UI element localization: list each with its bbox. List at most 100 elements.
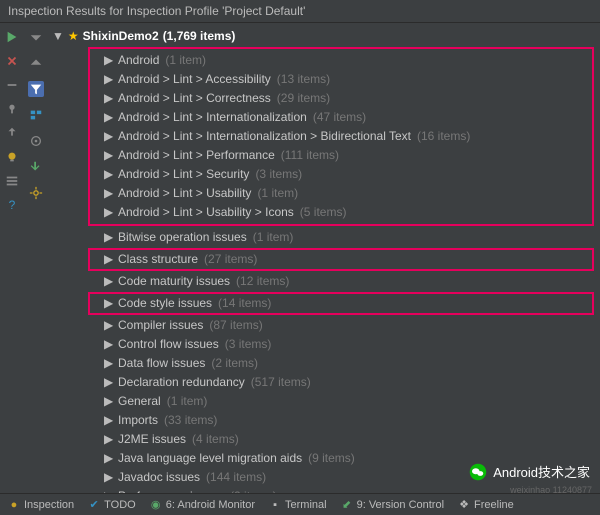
help-icon[interactable]: ? — [4, 197, 20, 213]
tree-item[interactable]: ▶ Code style issues (14 items) — [90, 294, 592, 313]
tree-item[interactable]: ▶ Android > Lint > Internationalization >… — [90, 127, 592, 146]
wechat-icon — [469, 463, 487, 481]
tab-todo[interactable]: ✔ TODO — [88, 499, 136, 511]
tree-item[interactable]: ▶Declaration redundancy(517 items) — [48, 373, 600, 392]
watermark-id: weixinhao 11240877 — [510, 485, 592, 495]
item-label: Android > Lint > Accessibility — [118, 71, 271, 88]
chevron-right-icon: ▶ — [104, 355, 112, 372]
title-text: Inspection Results for Inspection Profil… — [8, 4, 305, 18]
list-icon[interactable] — [4, 173, 20, 189]
chevron-right-icon: ▶ — [104, 450, 112, 467]
item-label: Android > Lint > Correctness — [118, 90, 271, 107]
group-icon[interactable] — [28, 107, 44, 123]
chevron-right-icon: ▶ — [104, 109, 112, 126]
item-count: (33 items) — [164, 412, 217, 429]
overlay-watermark: Android技术之家 — [469, 462, 590, 481]
tab-terminal[interactable]: ▪ Terminal — [269, 499, 327, 511]
item-count: (1 item) — [167, 393, 208, 410]
tab-label: 9: Version Control — [357, 499, 444, 511]
tab-freeline[interactable]: ❖ Freeline — [458, 499, 514, 511]
item-count: (47 items) — [313, 109, 366, 126]
chevron-right-icon: ▶ — [104, 166, 112, 183]
tree-root[interactable]: ▼ ★ ShixinDemo2 (1,769 items) — [48, 27, 600, 45]
tab-version-control[interactable]: ⬋ 9: Version Control — [341, 499, 444, 511]
item-label: Android > Lint > Internationalization — [118, 109, 307, 126]
tree-item[interactable]: ▶ Android > Lint > Usability > Icons (5 it… — [90, 203, 592, 222]
autoscroll-icon[interactable] — [28, 133, 44, 149]
pin-icon[interactable] — [4, 101, 20, 117]
item-count: (1 item) — [253, 229, 294, 246]
item-count: (3 items) — [225, 336, 272, 353]
bottom-toolbar: ● Inspection ✔ TODO ◉ 6: Android Monitor… — [0, 493, 600, 515]
item-count: (29 items) — [277, 90, 330, 107]
item-label: Code maturity issues — [118, 273, 230, 290]
chevron-right-icon: ▶ — [104, 204, 112, 221]
item-count: (12 items) — [236, 273, 289, 290]
item-label: Imports — [118, 412, 158, 429]
tab-label: TODO — [104, 499, 136, 511]
tree-item[interactable]: ▶ Android > Lint > Correctness (29 items) — [90, 89, 592, 108]
item-label: Android > Lint > Usability > Icons — [118, 204, 294, 221]
freeline-icon: ❖ — [458, 499, 470, 511]
tree-item[interactable]: ▶ Android > Lint > Internationalization (4… — [90, 108, 592, 127]
settings-icon[interactable] — [28, 185, 44, 201]
tab-android-monitor[interactable]: ◉ 6: Android Monitor — [150, 499, 255, 511]
tree-item[interactable]: ▶Android > Lint > Accessibility(13 items… — [90, 70, 592, 89]
tab-inspection[interactable]: ● Inspection — [8, 499, 74, 511]
rerun-icon[interactable] — [4, 29, 20, 45]
toolbar-left-2 — [24, 23, 48, 494]
chevron-right-icon: ▶ — [104, 128, 112, 145]
tree-item[interactable]: ▶Imports(33 items) — [48, 411, 600, 430]
item-count: (4 items) — [192, 431, 239, 448]
item-count: (517 items) — [251, 374, 311, 391]
chevron-right-icon: ▶ — [104, 90, 112, 107]
chevron-right-icon: ▶ — [104, 71, 112, 88]
item-label: Android > Lint > Performance — [118, 147, 275, 164]
chevron-right-icon: ▶ — [104, 185, 112, 202]
chevron-right-icon: ▶ — [104, 147, 112, 164]
tree-item[interactable]: ▶Data flow issues(2 items) — [48, 354, 600, 373]
tab-label: Terminal — [285, 499, 327, 511]
item-label: J2ME issues — [118, 431, 186, 448]
tree-item[interactable]: ▶J2ME issues(4 items) — [48, 430, 600, 449]
item-count: (3 items) — [255, 166, 302, 183]
chevron-right-icon: ▶ — [104, 295, 112, 312]
chevron-right-icon: ▶ — [104, 374, 112, 391]
item-label: Android > Lint > Internationalization > … — [118, 128, 411, 145]
item-count: (16 items) — [417, 128, 470, 145]
tree-item[interactable]: ▶Bitwise operation issues(1 item) — [48, 228, 600, 247]
bulb-icon: ● — [8, 499, 20, 511]
filter-icon[interactable] — [28, 81, 44, 97]
item-label: General — [118, 393, 161, 410]
tree-item[interactable]: ▶General(1 item) — [48, 392, 600, 411]
export-icon[interactable] — [4, 125, 20, 141]
tree-item[interactable]: ▶Android > Lint > Performance(111 items) — [90, 146, 592, 165]
tree-item[interactable]: ▶Android > Lint > Usability(1 item) — [90, 184, 592, 203]
item-label: Android — [118, 52, 159, 69]
tree-item[interactable]: ▶Control flow issues(3 items) — [48, 335, 600, 354]
check-icon: ✔ — [88, 499, 100, 511]
item-label: Android > Lint > Usability — [118, 185, 251, 202]
tree-item[interactable]: ▶Code maturity issues(12 items) — [48, 272, 600, 291]
inspection-tree[interactable]: ▼ ★ ShixinDemo2 (1,769 items) ▶Android(1… — [48, 23, 600, 494]
chevron-right-icon: ▶ — [104, 251, 112, 268]
main-content: ? ▼ ★ ShixinDemo2 (1,769 items) ▶Android… — [0, 23, 600, 494]
item-label: Bitwise operation issues — [118, 229, 247, 246]
tree-item[interactable]: ▶Class structure(27 items) — [90, 250, 592, 269]
root-name: ShixinDemo2 — [83, 29, 159, 43]
tree-item[interactable]: ▶Compiler issues(87 items) — [48, 316, 600, 335]
item-label: Code style issues — [118, 295, 212, 312]
item-count: (5 items) — [300, 204, 347, 221]
tree-item[interactable]: ▶Android > Lint > Security(3 items) — [90, 165, 592, 184]
collapse-icon[interactable] — [28, 55, 44, 71]
item-count: (14 items) — [218, 295, 271, 312]
expand-icon[interactable] — [28, 29, 44, 45]
bulb-icon[interactable] — [4, 149, 20, 165]
close-icon[interactable] — [4, 77, 20, 93]
stop-icon[interactable] — [4, 53, 20, 69]
tree-item[interactable]: ▶Android(1 item) — [90, 51, 592, 70]
chevron-right-icon: ▶ — [104, 469, 112, 486]
android-icon: ◉ — [150, 499, 162, 511]
download-icon[interactable] — [28, 159, 44, 175]
item-count: (9 items) — [308, 450, 355, 467]
